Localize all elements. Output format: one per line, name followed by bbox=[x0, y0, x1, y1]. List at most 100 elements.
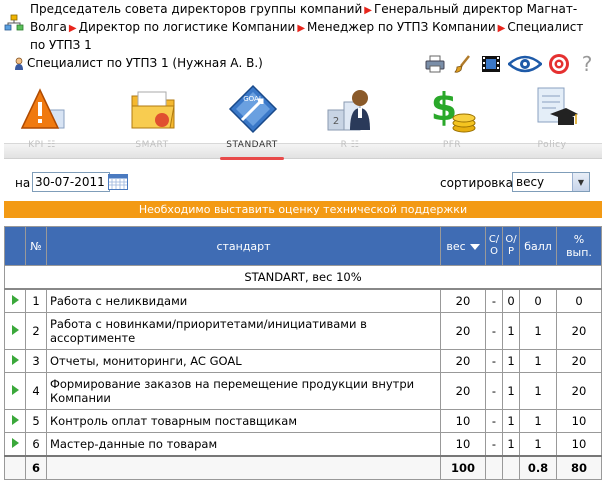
warning-icon bbox=[20, 88, 65, 129]
row-name[interactable]: Работа с новинками/приоритетами/инициати… bbox=[46, 312, 441, 350]
header-standard: стандарт bbox=[46, 226, 441, 266]
help-icon-glyph: ? bbox=[581, 52, 593, 76]
header-weight[interactable]: вес bbox=[440, 226, 486, 266]
film-icon[interactable] bbox=[480, 53, 502, 75]
row-score: 1 bbox=[519, 409, 557, 433]
printer-icon[interactable] bbox=[424, 53, 446, 75]
module-tabs: KPI ☷ SMART GOAL STANDART 2 R ☷ $ PFR Po… bbox=[0, 84, 606, 160]
notification-banner[interactable]: Необходимо выставить оценку технической … bbox=[4, 201, 602, 218]
tab-pfr-label: PFR bbox=[442, 140, 462, 150]
tab-kpi[interactable]: KPI ☷ bbox=[2, 84, 82, 160]
row-score: 1 bbox=[519, 349, 557, 373]
tab-r-label: R ☷ bbox=[340, 140, 360, 150]
header-op: О/ Р bbox=[502, 226, 520, 266]
row-weight: 20 bbox=[440, 312, 486, 350]
row-name[interactable]: Работа с неликвидами bbox=[46, 288, 441, 313]
breadcrumb-item[interactable]: Председатель совета директоров группы ко… bbox=[30, 2, 362, 16]
sort-label: сортировка: bbox=[440, 176, 518, 190]
current-user: Специалист по УТПЗ 1 (Нужная А. В.) bbox=[27, 56, 263, 70]
brush-icon[interactable] bbox=[452, 53, 474, 75]
row-weight: 20 bbox=[440, 349, 486, 373]
breadcrumb-item[interactable]: Директор по логистике Компании bbox=[79, 20, 296, 34]
total-op bbox=[502, 455, 520, 480]
tab-r[interactable]: 2 R ☷ bbox=[310, 84, 390, 160]
row-weight: 20 bbox=[440, 372, 486, 410]
row-score: 0 bbox=[519, 288, 557, 313]
eye-icon[interactable] bbox=[508, 53, 542, 75]
tab-smart-label: SMART bbox=[135, 140, 169, 150]
expand-icon[interactable] bbox=[4, 349, 26, 373]
row-so: - bbox=[485, 349, 503, 373]
help-icon[interactable]: ? bbox=[576, 52, 598, 76]
goal-icon: GOAL bbox=[228, 84, 278, 134]
table-row[interactable]: 6 Мастер-данные по товарам 10 - 1 1 10 bbox=[4, 432, 602, 457]
row-score: 1 bbox=[519, 432, 557, 457]
row-num: 5 bbox=[25, 409, 47, 433]
section-row: STANDART, вес 10% bbox=[4, 265, 602, 290]
expand-icon[interactable] bbox=[4, 432, 26, 457]
expand-icon[interactable] bbox=[4, 409, 26, 433]
row-score: 1 bbox=[519, 312, 557, 350]
sort-select-value: весу bbox=[516, 175, 545, 189]
row-name[interactable]: Контроль оплат товарным поставщикам bbox=[46, 409, 441, 433]
header-num: № bbox=[25, 226, 47, 266]
breadcrumb-arrow-icon: ▶ bbox=[497, 23, 506, 34]
row-so: - bbox=[485, 372, 503, 410]
table-row[interactable]: 2 Работа с новинками/приоритетами/инициа… bbox=[4, 312, 602, 350]
table-row[interactable]: 1 Работа с неликвидами 20 - 0 0 0 bbox=[4, 288, 602, 313]
row-pct: 10 bbox=[556, 409, 602, 433]
header-weight-label: вес bbox=[446, 239, 466, 253]
row-weight: 10 bbox=[440, 432, 486, 457]
row-op: 1 bbox=[502, 312, 520, 350]
header-so: С/ О bbox=[485, 226, 503, 266]
row-num: 6 bbox=[25, 432, 47, 457]
tab-policy-label: Policy bbox=[537, 140, 567, 150]
table-row[interactable]: 5 Контроль оплат товарным поставщикам 10… bbox=[4, 409, 602, 433]
breadcrumb-arrow-icon: ▶ bbox=[297, 23, 306, 34]
tab-smart[interactable]: SMART bbox=[112, 84, 192, 160]
calendar-icon[interactable] bbox=[108, 174, 128, 190]
total-row: 6 100 0.8 80 bbox=[4, 455, 602, 480]
table-row[interactable]: 4 Формирование заказов на перемещение пр… bbox=[4, 372, 602, 410]
breadcrumb-item[interactable]: Менеджер по УТПЗ Компании bbox=[307, 20, 496, 34]
row-num: 4 bbox=[25, 372, 47, 410]
row-weight: 10 bbox=[440, 409, 486, 433]
breadcrumb-arrow-icon: ▶ bbox=[364, 5, 372, 16]
active-tab-indicator bbox=[220, 157, 284, 160]
table-row[interactable]: 3 Отчеты, мониторинги, AC GOAL 20 - 1 1 … bbox=[4, 349, 602, 373]
total-score: 0.8 bbox=[519, 455, 557, 480]
svg-text:2: 2 bbox=[333, 116, 339, 127]
row-so: - bbox=[485, 288, 503, 313]
row-pct: 20 bbox=[556, 372, 602, 410]
standards-table: № стандарт вес С/ О О/ Р балл % вып. STA… bbox=[4, 226, 602, 480]
tab-standart[interactable]: GOAL STANDART bbox=[212, 84, 292, 160]
expand-icon[interactable] bbox=[4, 372, 26, 410]
expand-icon[interactable] bbox=[4, 288, 26, 313]
row-name[interactable]: Мастер-данные по товарам bbox=[46, 432, 441, 457]
row-name[interactable]: Отчеты, мониторинги, AC GOAL bbox=[46, 349, 441, 373]
user-icon bbox=[15, 57, 23, 70]
tab-kpi-label: KPI ☷ bbox=[28, 140, 56, 150]
tab-standart-label: STANDART bbox=[226, 140, 278, 150]
row-op: 1 bbox=[502, 432, 520, 457]
target-icon[interactable] bbox=[548, 53, 570, 75]
date-label: на bbox=[15, 176, 31, 190]
total-count: 6 bbox=[25, 455, 47, 480]
row-so: - bbox=[485, 409, 503, 433]
filter-bar: на сортировка: весу ▼ bbox=[0, 172, 606, 194]
row-weight: 20 bbox=[440, 288, 486, 313]
date-input[interactable] bbox=[32, 172, 110, 192]
row-op: 1 bbox=[502, 349, 520, 373]
row-pct: 0 bbox=[556, 288, 602, 313]
tab-pfr[interactable]: $ PFR bbox=[412, 84, 492, 160]
total-weight: 100 bbox=[440, 455, 486, 480]
expand-icon[interactable] bbox=[4, 312, 26, 350]
row-pct: 20 bbox=[556, 349, 602, 373]
tab-policy[interactable]: Policy bbox=[512, 84, 592, 160]
sort-select[interactable]: весу ▼ bbox=[512, 172, 590, 192]
row-name[interactable]: Формирование заказов на перемещение прод… bbox=[46, 372, 441, 410]
chevron-down-icon[interactable]: ▼ bbox=[572, 173, 589, 191]
row-op: 0 bbox=[502, 288, 520, 313]
sort-desc-icon bbox=[469, 243, 480, 250]
row-score: 1 bbox=[519, 372, 557, 410]
